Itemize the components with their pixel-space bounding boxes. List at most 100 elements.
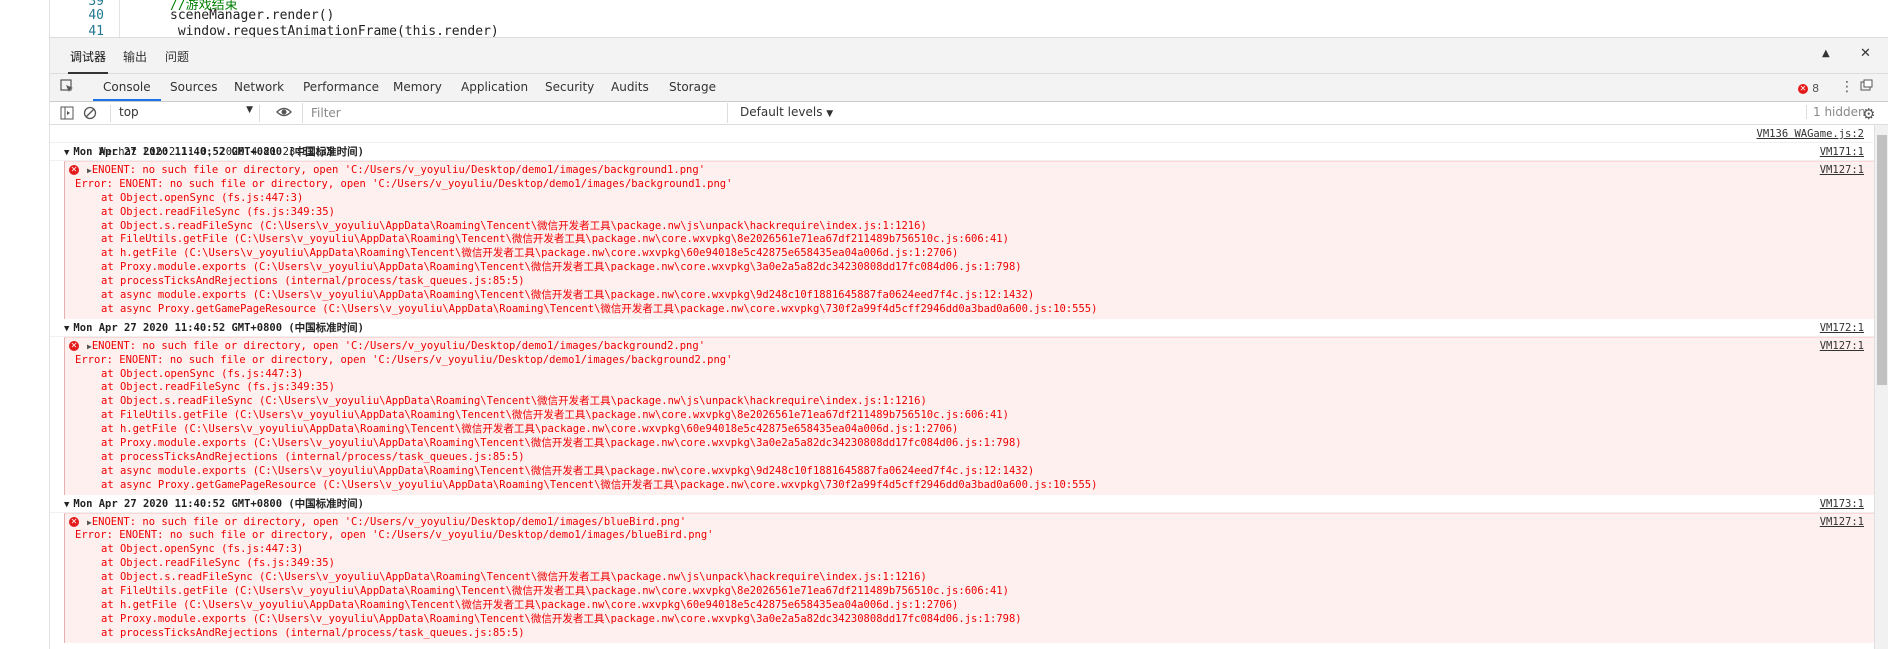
stack-frame[interactable]: at Proxy.module.exports (C:\Users\v_yoyu… bbox=[65, 261, 1874, 275]
scrollbar-thumb[interactable] bbox=[1877, 135, 1887, 385]
error-summary: ENOENT: no such file or directory, open … bbox=[91, 164, 706, 176]
source-link[interactable]: VM171:1 bbox=[1820, 143, 1864, 161]
left-edge-panel bbox=[0, 0, 50, 649]
console-info-row: Wechat Lib:2.11.0, 2020.4.21 23:32:35 VM… bbox=[50, 125, 1874, 158]
stack-frame[interactable]: at h.getFile (C:\Users\v_yoyuliu\AppData… bbox=[65, 247, 1874, 261]
gear-icon[interactable]: ⚙ bbox=[1862, 105, 1875, 123]
stack-frame[interactable]: at Proxy.module.exports (C:\Users\v_yoyu… bbox=[65, 437, 1874, 451]
code-editor[interactable]: 39 //游戏结束 40 sceneManager.render() 41 wi… bbox=[50, 0, 1888, 38]
console-group-header[interactable]: ▼ Mon Apr 27 2020 11:40:52 GMT+0800 (中国标准… bbox=[50, 143, 1874, 161]
stack-frame[interactable]: at Object.openSync (fs.js:447:3) bbox=[65, 543, 1874, 557]
error-icon: ✕ bbox=[1798, 83, 1808, 94]
undock-icon[interactable] bbox=[1860, 79, 1873, 96]
expand-triangle-icon[interactable]: ▼ bbox=[64, 500, 69, 510]
stack-frame[interactable]: at processTicksAndRejections (internal/p… bbox=[65, 627, 1874, 641]
console-group-header[interactable]: ▼ Mon Apr 27 2020 11:40:52 GMT+0800 (中国标准… bbox=[50, 495, 1874, 513]
chevron-down-icon: ▼ bbox=[246, 105, 253, 115]
error-message[interactable]: ▶ENOENT: no such file or directory, open… bbox=[65, 340, 1874, 354]
clear-console-icon[interactable] bbox=[83, 106, 97, 124]
stack-frame[interactable]: at Object.s.readFileSync (C:\Users\v_yoy… bbox=[65, 220, 1874, 234]
expand-triangle-icon[interactable]: ▼ bbox=[64, 324, 69, 334]
stack-frame[interactable]: at Object.s.readFileSync (C:\Users\v_yoy… bbox=[65, 571, 1874, 585]
source-link[interactable]: VM173:1 bbox=[1820, 495, 1864, 513]
bottom-panel-tabs: 调试器 输出 问题 ▲ ✕ bbox=[50, 38, 1888, 74]
console-messages[interactable]: Wechat Lib:2.11.0, 2020.4.21 23:32:35 VM… bbox=[50, 125, 1874, 649]
stack-frame[interactable]: at Object.readFileSync (fs.js:349:35) bbox=[65, 206, 1874, 220]
tab-problems[interactable]: 问题 bbox=[165, 48, 189, 65]
stack-frame[interactable]: at FileUtils.getFile (C:\Users\v_yoyuliu… bbox=[65, 409, 1874, 423]
console-group-header[interactable]: ▼ Mon Apr 27 2020 11:40:52 GMT+0800 (中国标准… bbox=[50, 319, 1874, 337]
source-link[interactable]: VM127:1 bbox=[1820, 340, 1864, 354]
stack-frame[interactable]: at FileUtils.getFile (C:\Users\v_yoyuliu… bbox=[65, 585, 1874, 599]
expand-triangle-icon[interactable]: ▼ bbox=[64, 148, 69, 158]
group-title: Mon Apr 27 2020 11:40:52 GMT+0800 (中国标准时… bbox=[73, 146, 364, 158]
stack-frame[interactable]: at processTicksAndRejections (internal/p… bbox=[65, 451, 1874, 465]
source-link[interactable]: VM136 WAGame.js:2 bbox=[1757, 125, 1864, 143]
tab-console[interactable]: Console bbox=[93, 80, 161, 101]
error-message[interactable]: ▶ENOENT: no such file or directory, open… bbox=[65, 164, 1874, 178]
tab-network[interactable]: Network bbox=[234, 80, 284, 94]
stack-frame[interactable]: at FileUtils.getFile (C:\Users\v_yoyuliu… bbox=[65, 233, 1874, 247]
error-count: 8 bbox=[1812, 82, 1820, 95]
context-value: top bbox=[119, 105, 139, 119]
code-line[interactable]: sceneManager.render() bbox=[170, 8, 334, 24]
context-select[interactable]: top ▼ bbox=[110, 105, 260, 122]
error-icon: ✕ bbox=[69, 165, 79, 175]
error-icon: ✕ bbox=[69, 516, 79, 527]
sidebar-toggle-icon[interactable] bbox=[60, 106, 74, 124]
stack-frame[interactable]: at h.getFile (C:\Users\v_yoyuliu\AppData… bbox=[65, 599, 1874, 613]
more-options-icon[interactable]: ⋮ bbox=[1840, 79, 1854, 95]
error-line: Error: ENOENT: no such file or directory… bbox=[75, 353, 733, 366]
group-title: Mon Apr 27 2020 11:40:52 GMT+0800 (中国标准时… bbox=[73, 321, 364, 334]
tab-debugger[interactable]: 调试器 bbox=[67, 48, 109, 74]
stack-frame[interactable]: at Object.openSync (fs.js:447:3) bbox=[65, 192, 1874, 206]
log-levels-label: Default levels bbox=[740, 105, 823, 119]
stack-frame[interactable]: at async module.exports (C:\Users\v_yoyu… bbox=[65, 465, 1874, 479]
group-title: Mon Apr 27 2020 11:40:52 GMT+0800 (中国标准时… bbox=[73, 497, 364, 510]
tab-application[interactable]: Application bbox=[461, 80, 528, 94]
filter-input[interactable] bbox=[302, 103, 728, 123]
line-number: 40 bbox=[88, 8, 104, 23]
devtools-tabs: Console Sources Network Performance Memo… bbox=[50, 74, 1888, 102]
stack-frame[interactable]: at async Proxy.getGamePageResource (C:\U… bbox=[65, 303, 1874, 317]
eye-icon[interactable] bbox=[276, 105, 292, 123]
stack-frame[interactable]: at h.getFile (C:\Users\v_yoyuliu\AppData… bbox=[65, 423, 1874, 437]
error-line: Error: ENOENT: no such file or directory… bbox=[75, 529, 714, 542]
error-counter[interactable]: ✕ 8 bbox=[1798, 81, 1819, 96]
source-link[interactable]: VM172:1 bbox=[1820, 319, 1864, 337]
code-line[interactable]: window.requestAnimationFrame(this.render… bbox=[170, 24, 499, 37]
tab-storage[interactable]: Storage bbox=[669, 80, 716, 94]
stack-frame[interactable]: at Object.readFileSync (fs.js:349:35) bbox=[65, 557, 1874, 571]
error-summary: ENOENT: no such file or directory, open … bbox=[91, 339, 706, 352]
line-number: 41 bbox=[88, 24, 104, 38]
console-error-entry[interactable]: ✕ VM127:1 ▶ENOENT: no such file or directo… bbox=[64, 161, 1874, 319]
hidden-count: 1 hidden bbox=[1806, 105, 1866, 119]
stack-frame[interactable]: at processTicksAndRejections (internal/p… bbox=[65, 275, 1874, 289]
stack-frame[interactable]: at Object.s.readFileSync (C:\Users\v_yoy… bbox=[65, 395, 1874, 409]
inspect-element-icon[interactable] bbox=[60, 79, 74, 97]
error-summary: ENOENT: no such file or directory, open … bbox=[91, 515, 687, 528]
tab-performance[interactable]: Performance bbox=[303, 80, 379, 94]
console-error-entry[interactable]: ✕ VM127:1 ▶ENOENT: no such file or directo… bbox=[64, 336, 1874, 495]
source-link[interactable]: VM127:1 bbox=[1820, 516, 1864, 530]
stack-frame[interactable]: at Object.openSync (fs.js:447:3) bbox=[65, 368, 1874, 382]
console-error-entry[interactable]: ✕ VM127:1 ▶ENOENT: no such file or directo… bbox=[64, 512, 1874, 643]
log-levels-dropdown[interactable]: Default levels ▼ bbox=[740, 105, 833, 119]
tab-sources[interactable]: Sources bbox=[170, 80, 217, 94]
stack-frame[interactable]: at Proxy.module.exports (C:\Users\v_yoyu… bbox=[65, 613, 1874, 627]
error-message[interactable]: ▶ENOENT: no such file or directory, open… bbox=[65, 516, 1874, 530]
maximize-panel-icon[interactable]: ▲ bbox=[1822, 48, 1830, 59]
stack-frame[interactable]: at async Proxy.getGamePageResource (C:\U… bbox=[65, 479, 1874, 493]
tab-memory[interactable]: Memory bbox=[393, 80, 442, 94]
source-link[interactable]: VM127:1 bbox=[1820, 164, 1864, 178]
tab-security[interactable]: Security bbox=[545, 80, 594, 94]
error-line: Error: ENOENT: no such file or directory… bbox=[75, 177, 733, 190]
stack-frame[interactable]: at Object.readFileSync (fs.js:349:35) bbox=[65, 381, 1874, 395]
stack-frame[interactable]: at async module.exports (C:\Users\v_yoyu… bbox=[65, 289, 1874, 303]
console-scrollbar[interactable] bbox=[1874, 125, 1888, 649]
console-toolbar: top ▼ Default levels ▼ 1 hidden ⚙ bbox=[50, 102, 1888, 125]
tab-output[interactable]: 输出 bbox=[123, 48, 147, 65]
close-panel-icon[interactable]: ✕ bbox=[1860, 46, 1871, 61]
tab-audits[interactable]: Audits bbox=[611, 80, 649, 94]
console-groups: ▼ Mon Apr 27 2020 11:40:52 GMT+0800 (中国标准… bbox=[50, 143, 1874, 643]
